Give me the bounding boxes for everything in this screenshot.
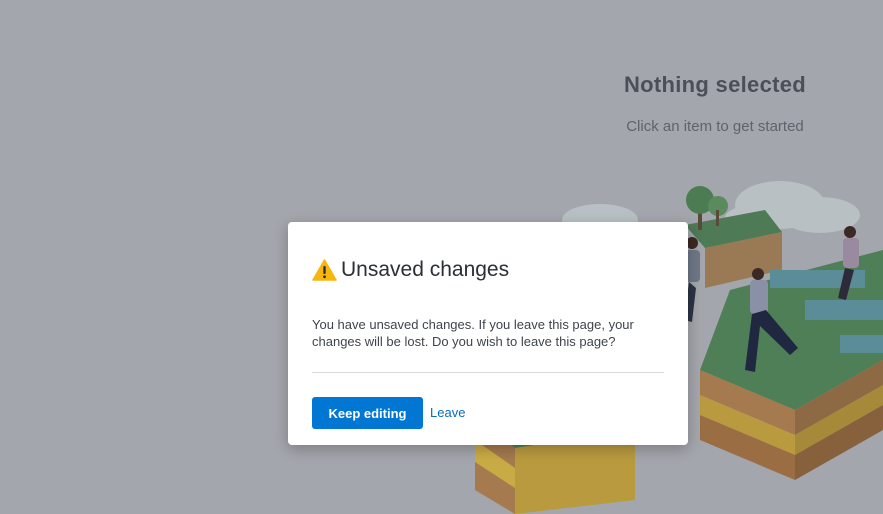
dialog-title: Unsaved changes [341,258,510,281]
leave-link[interactable]: Leave [430,397,465,429]
keep-editing-button[interactable]: Keep editing [312,397,423,429]
unsaved-changes-dialog: Unsaved changes You have unsaved changes… [288,222,688,445]
dialog-message: You have unsaved changes. If you leave t… [312,317,634,349]
dialog-divider [312,372,664,373]
empty-state-title: Nothing selected [623,72,807,97]
warning-icon [312,259,337,281]
dialog-header: Unsaved changes [312,258,509,282]
empty-state-subtitle: Click an item to get started [626,118,804,135]
page-background: Nothing selected Click an item to get st… [0,0,883,514]
